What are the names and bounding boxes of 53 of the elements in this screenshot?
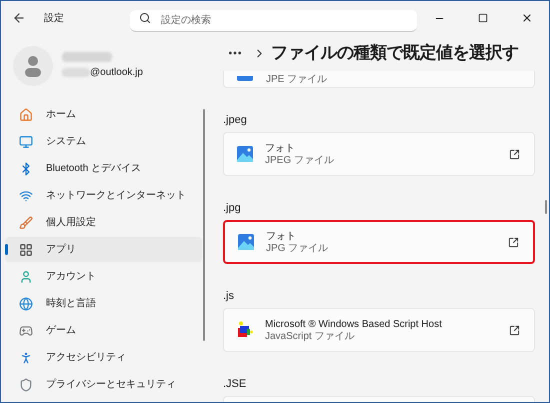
person-standing-icon: [19, 350, 33, 364]
external-link-icon[interactable]: [508, 236, 519, 248]
grid-icon: [19, 242, 33, 256]
wifi-icon: [19, 188, 33, 202]
close-icon: [521, 12, 533, 24]
window-title: 設定: [44, 12, 64, 26]
monitor-icon: [19, 134, 33, 148]
file-type-card[interactable]: JPE ファイル: [223, 71, 535, 88]
page-title: ファイルの種類で既定値を選択す: [271, 42, 518, 64]
blurred-name: [62, 52, 112, 62]
file-type-card[interactable]: Microsoft ® Windows Based Script Host JavaScript ファイル: [223, 308, 535, 352]
shield-icon: [19, 378, 33, 392]
person-icon: [19, 270, 33, 284]
file-type-card[interactable]: フォト JPG ファイル: [223, 220, 535, 264]
brush-icon: [19, 216, 33, 230]
extension-label: .jpeg: [223, 114, 247, 127]
sidebar-item[interactable]: アプリ: [5, 237, 202, 262]
extension-label: .JSE: [223, 378, 246, 391]
sidebar-item[interactable]: ゲーム: [5, 318, 202, 343]
photo-app-icon: [237, 76, 253, 81]
sidebar-item[interactable]: 個人用設定: [5, 210, 202, 235]
sidebar-item[interactable]: 時刻と言語: [5, 291, 202, 316]
selection-indicator: [5, 244, 8, 255]
app-name: フォト: [266, 230, 297, 242]
file-type-label: JavaScript ファイル: [265, 330, 356, 342]
file-type-label: JPG ファイル: [266, 242, 328, 254]
sidebar-item[interactable]: プライバシーとセキュリティ: [5, 372, 202, 397]
sidebar-item[interactable]: ホーム: [5, 102, 202, 127]
sidebar-item[interactable]: ネットワークとインターネット: [5, 183, 202, 208]
extension-label: .js: [223, 290, 234, 303]
external-link-icon[interactable]: [509, 148, 520, 160]
app-name: Microsoft ® Windows Based Script Host: [265, 318, 442, 330]
sidebar-item[interactable]: システム: [5, 129, 202, 154]
script-host-icon: [237, 321, 253, 339]
sidebar-item[interactable]: Bluetooth とデバイス: [5, 156, 202, 181]
sidebar-item[interactable]: アカウント: [5, 264, 202, 289]
person-silhouette-icon: [23, 55, 43, 77]
globe-icon: [19, 296, 33, 310]
file-type-card[interactable]: フォト JPEG ファイル: [223, 132, 535, 176]
photo-app-icon: [237, 146, 253, 162]
sidebar-item[interactable]: アクセシビリティ: [5, 345, 202, 370]
search-icon: [139, 12, 151, 24]
app-name: フォト: [265, 142, 296, 154]
account-email: @outlook.jp: [90, 66, 143, 80]
file-type-label: JPEG ファイル: [265, 154, 334, 166]
house-icon: [19, 108, 33, 122]
photo-app-icon: [238, 234, 254, 250]
extension-label: .jpg: [223, 202, 241, 215]
search-field[interactable]: 設定の検索: [130, 10, 417, 32]
external-link-icon[interactable]: [509, 324, 520, 336]
file-type-label: JPE ファイル: [266, 74, 328, 85]
gamepad-icon: [19, 324, 33, 338]
maximize-icon: [478, 13, 488, 23]
